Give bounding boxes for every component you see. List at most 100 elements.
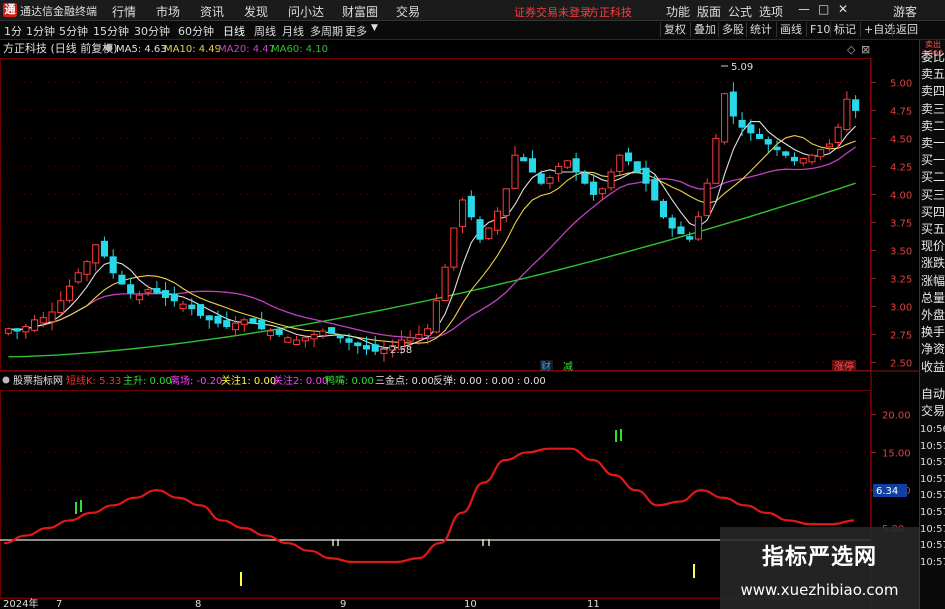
menu-gongshi[interactable]: 公式 xyxy=(728,3,752,20)
panel-time-0: 10:56 xyxy=(920,424,945,435)
candle-body xyxy=(214,316,222,324)
high-price-label: 5.09 xyxy=(731,62,753,73)
candle-body xyxy=(39,317,47,324)
login-warning[interactable]: 证券交易未登录 xyxy=(514,4,591,20)
price-tick-label: 4.75 xyxy=(890,106,912,117)
indicator-value-badge: 6.34 xyxy=(876,486,898,497)
panel-time-2: 10:57 xyxy=(920,457,945,469)
btn-huaxian[interactable]: 画线 xyxy=(776,22,805,37)
period-15min[interactable]: 15分钟 xyxy=(93,23,129,39)
watermark-url: www.xuezhibiao.com xyxy=(740,581,899,599)
price-tick-label: 4.50 xyxy=(890,134,912,145)
price-tick-label: 4.25 xyxy=(890,162,912,173)
candle-body xyxy=(694,216,702,240)
period-30min[interactable]: 30分钟 xyxy=(134,23,170,39)
period-daily[interactable]: 日线 xyxy=(223,23,245,39)
chart-stock-title: 方正科技 (日线 前复权) xyxy=(3,41,118,55)
menu-banmian[interactable]: 版面 xyxy=(697,3,721,20)
ma60-label: MA60: 4.10 xyxy=(271,44,328,55)
candle-body xyxy=(22,326,30,333)
indicator-settings-icon[interactable] xyxy=(2,376,10,384)
candle-body xyxy=(581,172,589,184)
ind-yazui: 鸭嘴: 0.00 xyxy=(325,374,374,387)
btn-duogu[interactable]: 多股 xyxy=(718,22,747,37)
period-multi[interactable]: 多周期 xyxy=(310,23,343,39)
candle-body xyxy=(450,227,458,268)
chart-diamond-icon[interactable]: ◇ xyxy=(847,43,856,56)
chart-expand-icon[interactable]: ⊠ xyxy=(861,43,870,56)
period-1fen[interactable]: 1分 xyxy=(4,23,22,39)
panel-label-1: 卖五 xyxy=(920,67,945,82)
candle-body xyxy=(266,330,274,337)
candle-body xyxy=(502,188,510,216)
ma5-line xyxy=(8,121,856,349)
ind-lichang: 离场: -0.20 xyxy=(170,374,222,387)
menu-shichang[interactable]: 市场 xyxy=(156,3,180,20)
candle-body xyxy=(459,199,467,228)
menu-xuanxiang[interactable]: 选项 xyxy=(759,3,783,20)
more-dropdown-icon[interactable]: ▼ xyxy=(371,23,378,33)
candle-body xyxy=(493,210,502,231)
panel-time-7: 10:57 xyxy=(920,540,945,552)
close-icon[interactable]: ✕ xyxy=(838,2,848,16)
candle-body xyxy=(240,319,248,325)
x-label-oct: 10 xyxy=(464,599,477,609)
candle-body xyxy=(607,171,615,189)
period-5min[interactable]: 5分钟 xyxy=(59,23,88,39)
candle-body xyxy=(231,322,240,331)
period-1min[interactable]: 1分钟 xyxy=(26,23,55,39)
panel-trade[interactable]: 交易 xyxy=(920,402,945,421)
btn-back[interactable]: 返回 xyxy=(892,22,921,37)
panel-label-6: 买一 xyxy=(920,153,945,168)
period-more[interactable]: 更多 xyxy=(345,23,367,39)
btn-diejia[interactable]: 叠加 xyxy=(690,22,719,37)
candle-body xyxy=(590,181,598,195)
indicator-tick-label: 15.00 xyxy=(882,448,911,459)
ma60-path xyxy=(8,182,856,358)
ind-zhusheng: 主升: 0.00 xyxy=(123,375,172,387)
maximize-icon[interactable]: □ xyxy=(818,2,829,16)
btn-tongji[interactable]: 统计 xyxy=(746,22,775,37)
panel-time-5: 10:57 xyxy=(920,507,945,518)
candle-body xyxy=(834,126,842,143)
menu-jiaoyi[interactable]: 交易 xyxy=(396,3,420,20)
settings-dot-icon[interactable] xyxy=(105,44,113,52)
candle-body xyxy=(65,285,74,301)
x-label-aug: 8 xyxy=(195,599,201,609)
btn-fuquan[interactable]: 复权 xyxy=(660,22,689,37)
menu-caifuquan[interactable]: 财富圈 xyxy=(342,3,378,20)
candle-body xyxy=(537,173,545,184)
btn-biaoji[interactable]: 标记 xyxy=(830,22,859,37)
menu-gongneng[interactable]: 功能 xyxy=(666,3,690,20)
minimize-icon[interactable]: — xyxy=(798,2,810,16)
candle-body xyxy=(380,348,388,354)
price-tick-label: 4.00 xyxy=(890,190,912,201)
candle-body xyxy=(362,345,371,350)
ind-sanjindian: 三金点: 0.00 xyxy=(375,374,434,387)
ma10-line xyxy=(8,135,856,344)
candle-body xyxy=(747,124,755,134)
menu-zixun[interactable]: 资讯 xyxy=(200,3,224,20)
period-weekly[interactable]: 周线 xyxy=(254,23,276,39)
candle-body xyxy=(817,149,825,158)
candle-body xyxy=(511,154,519,189)
kline-chart[interactable]: 方正科技 (日线 前复权) MA5: 4.63 MA10: 4.49 MA20:… xyxy=(0,40,919,609)
panel-time-4: 10:57 xyxy=(920,490,945,502)
ma20-line xyxy=(8,146,856,340)
price-tick-label: 3.25 xyxy=(890,274,912,285)
period-monthly[interactable]: 月线 xyxy=(282,23,304,39)
panel-label-10: 买五 xyxy=(920,222,945,236)
candle-body xyxy=(258,319,266,330)
period-60min[interactable]: 60分钟 xyxy=(178,23,214,39)
menu-wenxiaoda[interactable]: 问小达 xyxy=(288,3,324,20)
menu-faxian[interactable]: 发现 xyxy=(244,3,268,20)
price-tick-label: 2.75 xyxy=(890,330,912,341)
menu-hangqing[interactable]: 行情 xyxy=(112,3,136,20)
candle-body xyxy=(127,284,135,294)
panel-label-0: 委比 xyxy=(920,50,945,64)
panel-label-12: 涨跌 xyxy=(920,256,945,271)
guest-label[interactable]: 游客 xyxy=(893,3,917,20)
candle-body xyxy=(293,339,301,345)
panel-label-11: 现价 xyxy=(920,239,945,254)
price-tick-label: 3.00 xyxy=(890,302,912,313)
